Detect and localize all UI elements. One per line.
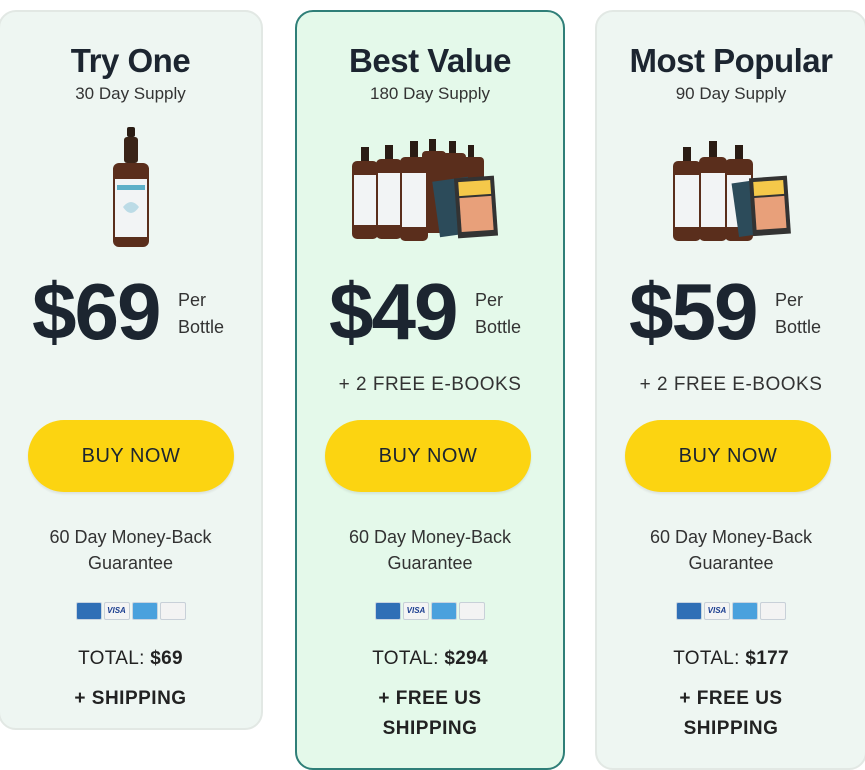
guarantee-line-2: Guarantee: [688, 553, 774, 573]
guarantee-text: 60 Day Money-Back Guarantee: [317, 524, 543, 576]
bottle-label: Bottle: [775, 317, 822, 337]
amex-icon: [431, 602, 457, 620]
guarantee-line-2: Guarantee: [387, 553, 473, 573]
bonus-ebooks: + 2 FREE E-BOOKS: [639, 374, 823, 395]
shipping-text: + SHIPPING: [20, 684, 241, 714]
plan-supply: 30 Day Supply: [75, 84, 186, 103]
shipping-line-2: SHIPPING: [683, 718, 779, 739]
price-value: $59: [629, 267, 758, 356]
product-image: [0, 127, 261, 252]
total-value: $69: [150, 648, 183, 669]
price-value: $69: [32, 267, 161, 356]
total-label: TOTAL:: [372, 648, 439, 669]
price-block: $59 Per Bottle: [597, 267, 865, 357]
buy-now-button[interactable]: BUY NOW: [625, 420, 831, 492]
total-label: TOTAL:: [78, 648, 145, 669]
total-value: $294: [444, 648, 488, 669]
amex-icon: [732, 602, 758, 620]
visa-icon: VISA: [403, 602, 429, 620]
total-line: TOTAL: $69: [0, 648, 261, 670]
plan-title: Try One: [70, 42, 191, 79]
price-unit: Per Bottle: [775, 287, 821, 341]
mastercard-icon: [375, 602, 401, 620]
plan-card-best-value: Best Value 180 Day Supply $49 Per Bottle…: [295, 10, 565, 770]
per-label: Per: [775, 290, 804, 310]
plan-card-most-popular: Most Popular 90 Day Supply $59 Per Bottl…: [595, 10, 865, 770]
total-value: $177: [745, 648, 789, 669]
bonus-ebooks: + 2 FREE E-BOOKS: [338, 374, 522, 395]
guarantee-text: 60 Day Money-Back Guarantee: [617, 524, 845, 576]
shipping-text: + FREE US SHIPPING: [317, 684, 543, 744]
product-image: [597, 127, 865, 252]
visa-icon: VISA: [704, 602, 730, 620]
bottle-label: Bottle: [178, 317, 225, 337]
guarantee-text: 60 Day Money-Back Guarantee: [20, 524, 241, 576]
guarantee-line-1: 60 Day Money-Back: [348, 527, 512, 547]
total-label: TOTAL:: [673, 648, 740, 669]
visa-icon: VISA: [103, 602, 130, 620]
discover-icon: [760, 602, 786, 620]
product-image: [297, 127, 563, 252]
price-unit: Per Bottle: [178, 287, 224, 341]
price-block: $69 Per Bottle: [0, 267, 261, 357]
discover-icon: [159, 602, 186, 620]
plan-title: Best Value: [349, 42, 511, 79]
shipping-text: + FREE US SHIPPING: [617, 684, 845, 744]
per-label: Per: [475, 290, 504, 310]
price-unit: Per Bottle: [475, 287, 521, 341]
mastercard-icon: [75, 602, 102, 620]
shipping-line-1: + FREE US: [679, 688, 783, 709]
buy-now-button[interactable]: BUY NOW: [325, 420, 531, 492]
price-value: $49: [329, 267, 458, 356]
payment-icons: VISA: [597, 602, 865, 622]
price-block: $49 Per Bottle: [297, 267, 563, 357]
buy-now-button[interactable]: BUY NOW: [28, 420, 234, 492]
plan-title: Most Popular: [629, 42, 833, 79]
payment-icons: VISA: [297, 602, 563, 622]
shipping-line-2: SHIPPING: [382, 718, 478, 739]
plan-supply: 90 Day Supply: [675, 84, 787, 103]
bottle-label: Bottle: [475, 317, 522, 337]
guarantee-line-1: 60 Day Money-Back: [649, 527, 813, 547]
total-line: TOTAL: $177: [597, 648, 865, 670]
plan-card-try-one: Try One 30 Day Supply $69 Per Bottle BUY…: [0, 10, 263, 730]
total-line: TOTAL: $294: [297, 648, 563, 670]
shipping-line-1: + FREE US: [378, 688, 482, 709]
discover-icon: [459, 602, 485, 620]
shipping-line-1: + SHIPPING: [74, 688, 187, 709]
per-label: Per: [178, 290, 207, 310]
plan-supply: 180 Day Supply: [369, 84, 491, 103]
payment-icons: VISA: [0, 602, 261, 622]
amex-icon: [131, 602, 158, 620]
guarantee-line-1: 60 Day Money-Back: [49, 527, 212, 547]
guarantee-line-2: Guarantee: [87, 553, 174, 573]
mastercard-icon: [676, 602, 702, 620]
